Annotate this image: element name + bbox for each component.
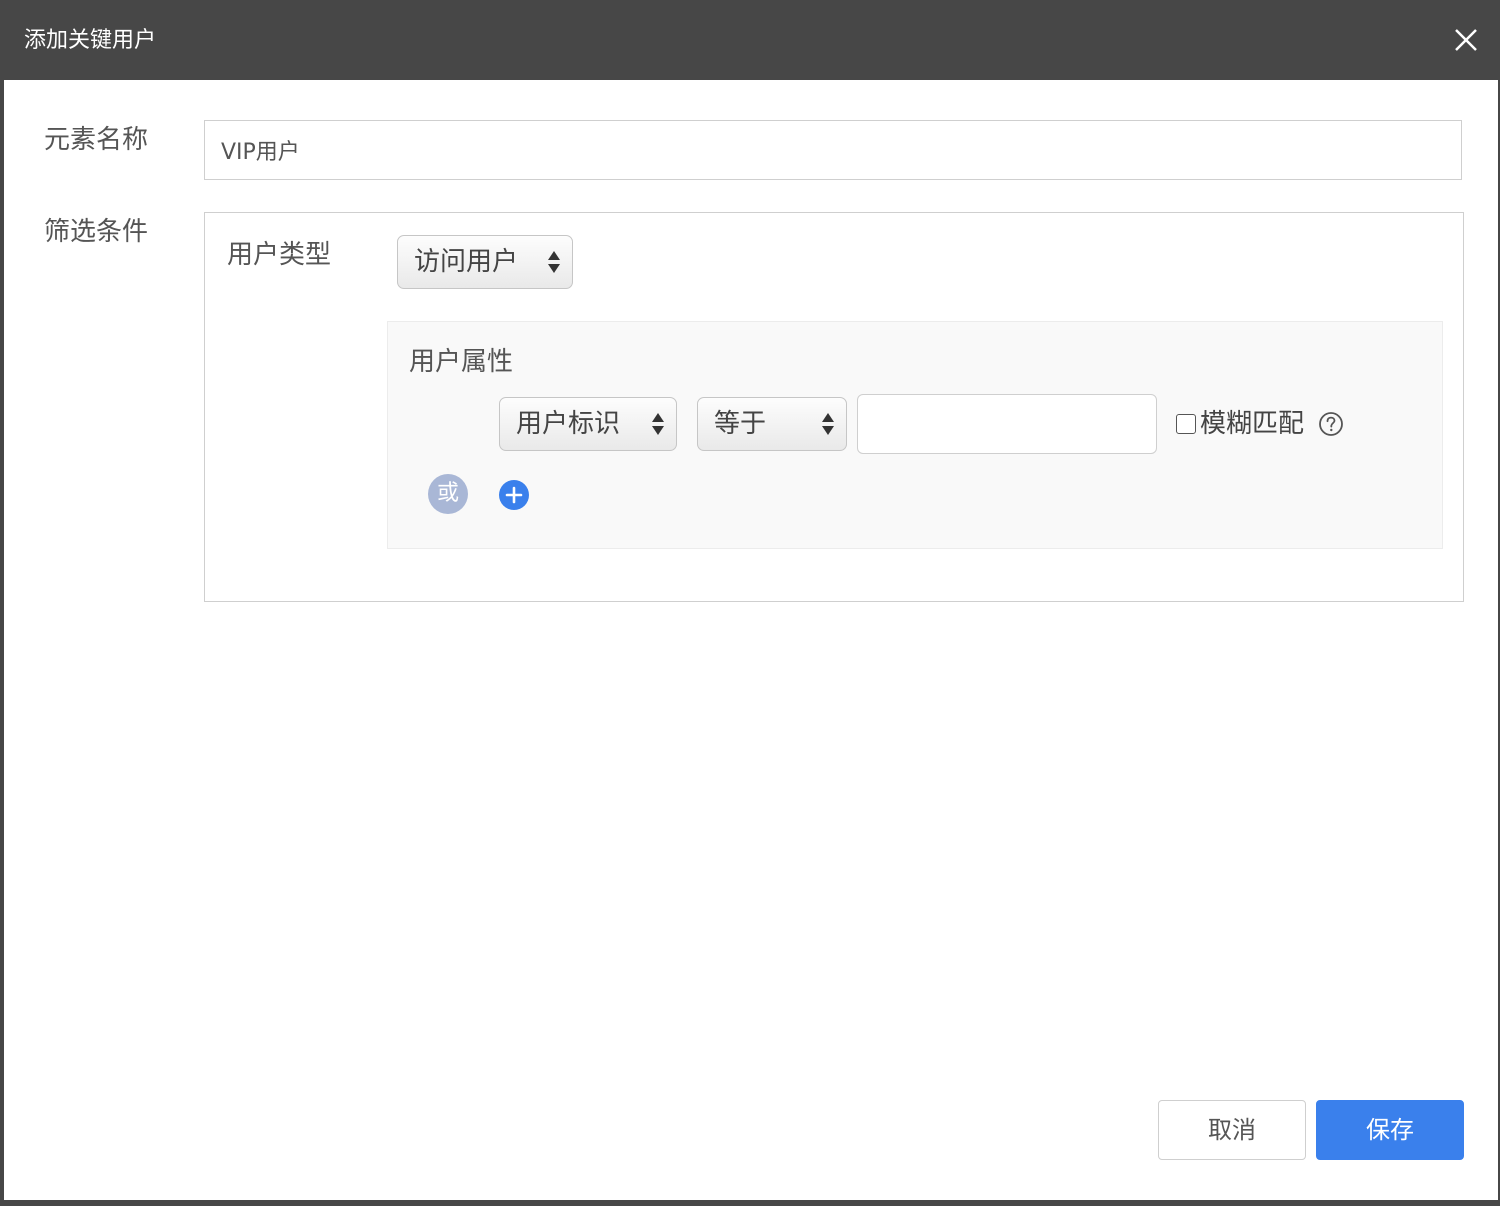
fuzzy-match-option[interactable]: 模糊匹配 [1176,406,1344,442]
cancel-button[interactable]: 取消 [1158,1100,1306,1160]
select-arrows-icon [652,411,664,437]
save-button[interactable]: 保存 [1316,1100,1464,1160]
dialog-titlebar: 添加关键用户 [4,0,1498,80]
add-key-user-dialog: 添加关键用户 元素名称 筛选条件 用户类型 访问用户 用户属性 用户标识 等于 [4,0,1498,1200]
user-attribute-panel: 用户属性 用户标识 等于 模糊匹配 或 [387,321,1443,549]
user-type-select-value: 访问用户 [414,247,519,277]
filter-condition-label: 筛选条件 [44,217,149,247]
help-icon[interactable] [1318,411,1344,437]
user-attribute-label: 用户属性 [409,347,514,377]
or-badge[interactable]: 或 [428,474,468,514]
user-type-label: 用户类型 [227,240,332,270]
select-arrows-icon [822,411,834,437]
attribute-value-input[interactable] [857,394,1157,454]
add-icon[interactable] [498,479,530,511]
filter-condition-box: 用户类型 访问用户 用户属性 用户标识 等于 模糊匹配 或 [204,212,1464,602]
operator-select[interactable]: 等于 [697,397,847,451]
close-icon[interactable] [1450,24,1482,56]
fuzzy-match-checkbox[interactable] [1176,414,1196,434]
user-type-select[interactable]: 访问用户 [397,235,573,289]
element-name-label: 元素名称 [44,125,149,155]
element-name-input[interactable] [204,120,1462,180]
attribute-field-select-value: 用户标识 [516,409,621,439]
dialog-title: 添加关键用户 [24,28,157,53]
operator-select-value: 等于 [714,409,767,439]
attribute-field-select[interactable]: 用户标识 [499,397,677,451]
select-arrows-icon [548,249,560,275]
fuzzy-match-label[interactable]: 模糊匹配 [1200,406,1304,442]
